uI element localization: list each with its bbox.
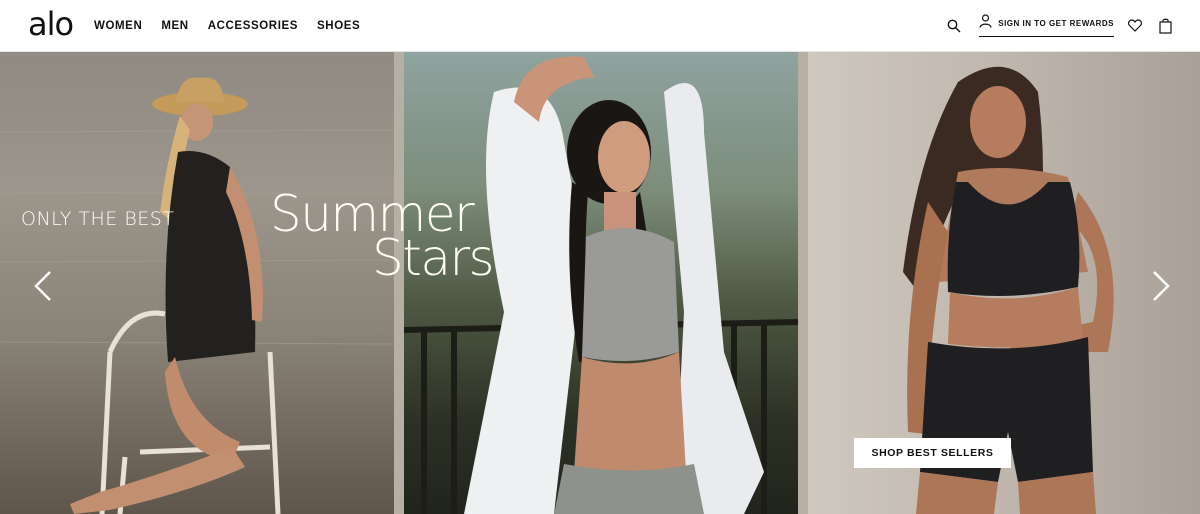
chevron-left-icon[interactable] bbox=[30, 268, 56, 304]
sign-in-label: SIGN IN TO GET REWARDS bbox=[998, 19, 1114, 28]
nav-men[interactable]: MEN bbox=[161, 20, 188, 32]
shop-best-sellers-button[interactable]: SHOP BEST SELLERS bbox=[854, 438, 1011, 468]
site-header: alo WOMEN MEN ACCESSORIES SHOES SIGN IN … bbox=[0, 0, 1200, 52]
main-nav: WOMEN MEN ACCESSORIES SHOES bbox=[94, 20, 379, 32]
nav-accessories[interactable]: ACCESSORIES bbox=[208, 20, 298, 32]
hero-title-line2: Stars bbox=[372, 229, 495, 287]
heart-icon[interactable] bbox=[1124, 15, 1146, 37]
hero-divider bbox=[798, 52, 808, 514]
nav-shoes[interactable]: SHOES bbox=[317, 20, 360, 32]
user-icon bbox=[979, 14, 992, 33]
hero-eyebrow: ONLY THE BEST bbox=[21, 208, 175, 230]
alo-logo[interactable]: alo bbox=[28, 6, 74, 42]
model-beach-illustration bbox=[0, 77, 394, 514]
header-tools: SIGN IN TO GET REWARDS bbox=[943, 14, 1176, 37]
hero-banner: ONLY THE BEST Summer Stars SHOP BEST SEL… bbox=[0, 52, 1200, 514]
hero-image-left bbox=[0, 52, 394, 514]
search-icon[interactable] bbox=[943, 15, 965, 37]
chevron-right-icon[interactable] bbox=[1148, 268, 1174, 304]
sign-in-rewards-link[interactable]: SIGN IN TO GET REWARDS bbox=[979, 14, 1114, 37]
nav-women[interactable]: WOMEN bbox=[94, 20, 142, 32]
bag-icon[interactable] bbox=[1154, 15, 1176, 37]
